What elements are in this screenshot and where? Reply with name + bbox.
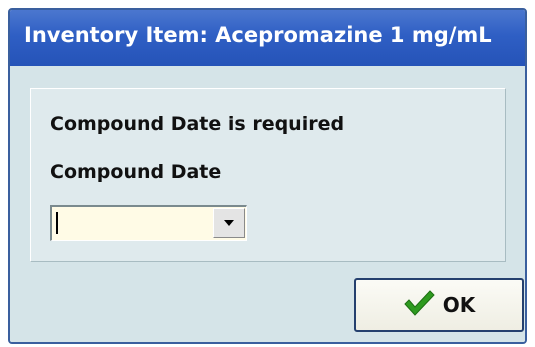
checkmark-icon <box>403 289 435 322</box>
title-bar[interactable]: Inventory Item: Acepromazine 1 mg/mL <box>10 10 525 66</box>
required-message: Compound Date is required <box>50 113 345 135</box>
message-panel: Compound Date is required Compound Date <box>30 88 506 262</box>
dialog-body: Compound Date is required Compound Date <box>10 66 525 342</box>
window-title: Inventory Item: Acepromazine 1 mg/mL <box>24 23 492 47</box>
compound-date-input[interactable] <box>52 207 212 240</box>
dialog-window: Inventory Item: Acepromazine 1 mg/mL Com… <box>8 8 527 344</box>
compound-date-dropdown-button[interactable] <box>213 208 245 238</box>
ok-button-label: OK <box>442 293 476 317</box>
compound-date-label: Compound Date <box>50 161 222 183</box>
ok-button[interactable]: OK <box>354 278 524 332</box>
compound-date-combobox[interactable] <box>50 205 247 241</box>
text-cursor <box>56 212 58 234</box>
chevron-down-icon <box>223 214 235 232</box>
